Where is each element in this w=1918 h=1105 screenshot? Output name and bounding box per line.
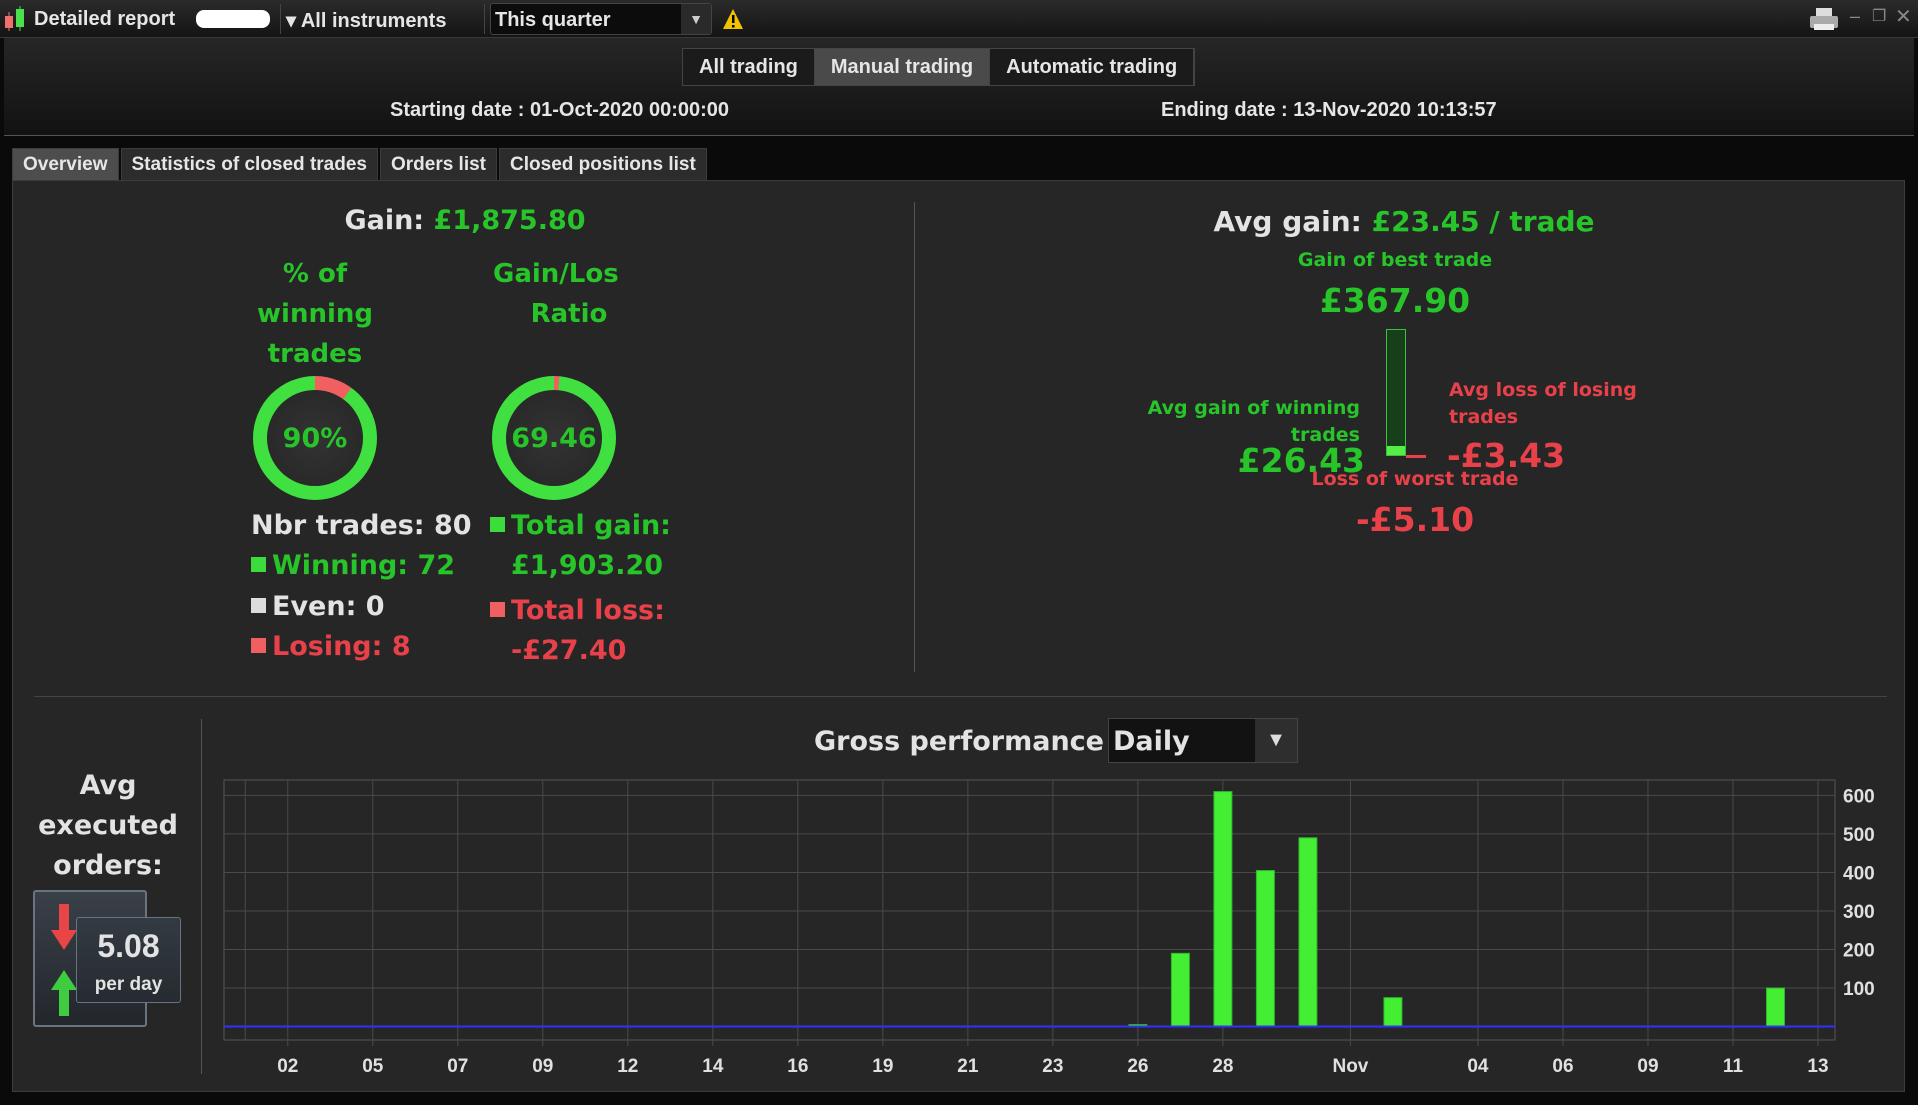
y-tick-label: 600 xyxy=(1843,786,1875,807)
x-tick-label: 28 xyxy=(1212,1056,1233,1077)
x-tick-label: 02 xyxy=(277,1056,298,1077)
x-tick-label: 09 xyxy=(1637,1056,1658,1077)
x-tick-label: 06 xyxy=(1552,1056,1573,1077)
x-tick-label: 09 xyxy=(532,1056,553,1077)
x-tick-label: 21 xyxy=(957,1056,979,1077)
y-tick-label: 100 xyxy=(1843,979,1875,1000)
x-tick-label: 05 xyxy=(362,1056,384,1077)
x-tick-label: 14 xyxy=(702,1056,724,1077)
x-tick-label: 07 xyxy=(447,1056,468,1077)
bar xyxy=(1765,987,1785,1028)
x-tick-label: 11 xyxy=(1723,1056,1744,1077)
x-tick-label: 23 xyxy=(1042,1056,1063,1077)
x-tick-label: 16 xyxy=(787,1056,808,1077)
bar xyxy=(1383,997,1403,1028)
gross-performance-chart: 100 200 300 400 500 600 02 05 07 09 12 14 16 19 21 23 26… xyxy=(223,779,1875,1077)
x-tick-label: 19 xyxy=(872,1056,893,1077)
bar xyxy=(1255,870,1275,1028)
x-tick-label: 26 xyxy=(1127,1056,1148,1077)
x-tick-label: 13 xyxy=(1807,1056,1828,1077)
plot-area xyxy=(223,779,1836,1041)
x-tick-label: Nov xyxy=(1332,1056,1368,1077)
y-tick-label: 400 xyxy=(1843,863,1875,884)
bar xyxy=(1170,952,1190,1028)
x-tick-label: 12 xyxy=(617,1056,638,1077)
y-tick-label: 500 xyxy=(1843,825,1875,846)
y-tick-label: 300 xyxy=(1843,902,1875,923)
x-tick-label: 04 xyxy=(1467,1056,1489,1077)
bar xyxy=(1298,837,1318,1028)
bar xyxy=(1213,791,1233,1028)
y-tick-label: 200 xyxy=(1843,940,1875,961)
